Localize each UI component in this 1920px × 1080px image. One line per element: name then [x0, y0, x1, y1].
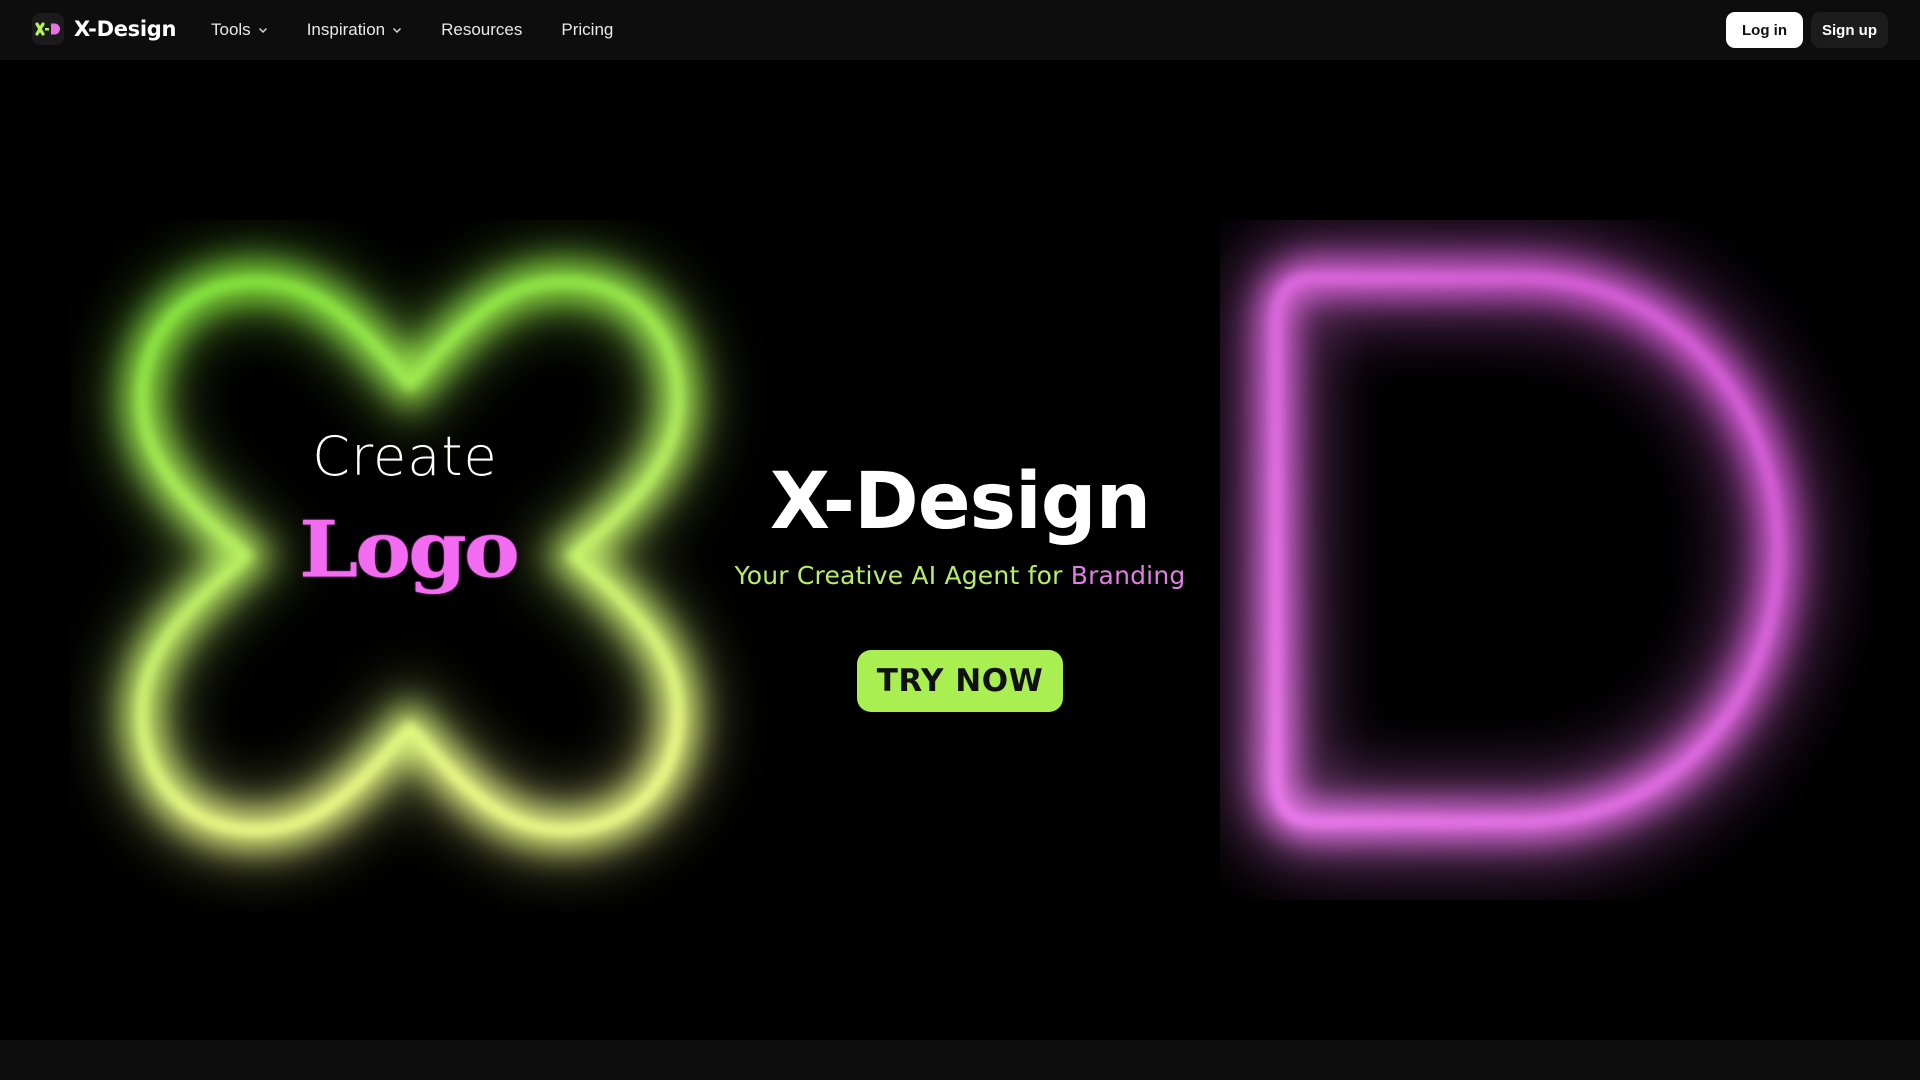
- hero-center: X-Design Your Creative AI Agent for Bran…: [720, 455, 1200, 590]
- glow-d-shape: [1231, 233, 1824, 867]
- try-now-button[interactable]: TRY NOW: [857, 650, 1063, 712]
- brand-logo-icon: [32, 13, 64, 45]
- login-button[interactable]: Log in: [1726, 12, 1803, 48]
- brand-name: X-Design: [74, 17, 177, 41]
- nav-tools[interactable]: Tools: [211, 20, 268, 40]
- chevron-down-icon: [258, 28, 267, 33]
- nav-inspiration[interactable]: Inspiration: [307, 20, 402, 40]
- create-text: Create: [312, 425, 498, 488]
- chevron-down-icon: [393, 28, 402, 33]
- rotating-word: Logo: [299, 504, 520, 596]
- main-nav: Tools Inspiration Resources Pricing: [211, 0, 652, 60]
- nav-pricing[interactable]: Pricing: [561, 20, 613, 40]
- top-navigation-bar: X-Design Tools Inspiration Resources Pri…: [0, 0, 1920, 60]
- brand[interactable]: X-Design: [32, 13, 176, 45]
- next-section-edge: [0, 1040, 1920, 1080]
- nav-resources[interactable]: Resources: [441, 20, 522, 40]
- nav-tools-label: Tools: [211, 20, 251, 39]
- auth-buttons: Log in Sign up: [1726, 12, 1888, 48]
- signup-button[interactable]: Sign up: [1811, 12, 1888, 48]
- nav-pricing-label: Pricing: [561, 20, 614, 39]
- nav-inspiration-label: Inspiration: [306, 20, 386, 39]
- hero-subtitle-part1: Your Creative AI Agent for: [734, 561, 1063, 590]
- hero-subtitle-part2: Branding: [1070, 561, 1186, 590]
- nav-resources-label: Resources: [441, 20, 523, 39]
- hero-title: X-Design: [769, 457, 1151, 547]
- hero-subtitle: Your Creative AI Agent for Branding: [720, 561, 1200, 590]
